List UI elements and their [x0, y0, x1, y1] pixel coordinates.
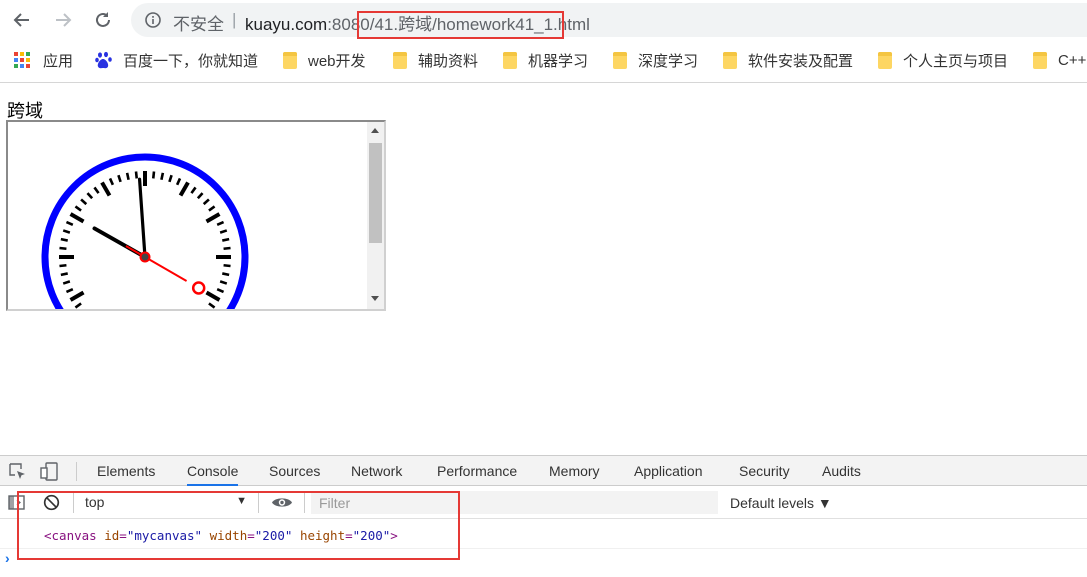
clock-minute-tick: [151, 171, 156, 179]
url-highlight-box: [357, 11, 564, 39]
clock-minute-tick: [223, 263, 231, 268]
console-prompt-icon[interactable]: ›: [5, 550, 10, 566]
bookmark-folder-cpp[interactable]: C++: [1033, 50, 1086, 70]
clock-minute-tick: [160, 172, 165, 180]
tab-performance[interactable]: Performance: [437, 456, 517, 486]
device-toolbar-icon[interactable]: [40, 462, 59, 481]
clock: [41, 153, 249, 309]
bookmark-folder-label: 软件安装及配置: [748, 52, 854, 70]
address-bar[interactable]: 不安全 | kuayu.com:8080/41.跨域/homework41_1.…: [131, 3, 1087, 39]
clock-minute-tick: [60, 237, 68, 242]
bookmark-folder-ml[interactable]: 机器学习: [503, 50, 588, 70]
bookmark-folder-software[interactable]: 软件安装及配置: [723, 50, 853, 70]
forward-arrow-icon: [56, 13, 72, 27]
clock-minute-tick: [59, 246, 67, 251]
folder-icon: [613, 51, 627, 69]
folder-icon: [878, 51, 892, 69]
bookmark-baidu-label: 百度一下，你就知道: [123, 52, 259, 70]
reload-button[interactable]: [91, 8, 115, 32]
bookmark-folder-label: C++: [1058, 51, 1087, 69]
bookmark-folder-dl[interactable]: 深度学习: [613, 50, 698, 70]
bookmark-baidu[interactable]: 百度一下，你就知道: [95, 50, 258, 70]
bookmark-folder-label: 个人主页与项目: [903, 52, 1009, 70]
url-host: kuayu.com: [245, 15, 328, 34]
omnibox-separator: |: [232, 10, 237, 29]
clock-minute-tick: [223, 246, 231, 251]
iframe-scrollbar[interactable]: [367, 122, 384, 309]
tab-security[interactable]: Security: [739, 456, 790, 486]
tab-separator: [76, 462, 77, 481]
tab-audits[interactable]: Audits: [822, 456, 861, 486]
clock-minute-tick: [85, 308, 86, 309]
clock-minute-tick: [125, 172, 130, 180]
clock-canvas: [41, 153, 249, 309]
bookmark-folder-label: 深度学习: [638, 52, 699, 70]
tab-elements[interactable]: Elements: [97, 456, 155, 486]
scroll-thumb[interactable]: [369, 143, 382, 243]
clock-minute-tick: [222, 237, 230, 242]
bookmarks-bar: 应用 百度一下，你就知道 web开发 辅助资料 机器学习 深度学习 软件安装及配…: [0, 44, 1087, 76]
bookmark-folder-label: 机器学习: [528, 52, 589, 70]
bookmark-folder-aux[interactable]: 辅助资料: [393, 50, 478, 70]
scroll-up-arrow-icon[interactable]: [371, 128, 379, 133]
clock-minute-tick: [134, 171, 139, 179]
tab-application[interactable]: Application: [634, 456, 703, 486]
browser-toolbar: 不安全 | kuayu.com:8080/41.跨域/homework41_1.…: [0, 0, 1087, 40]
tab-network[interactable]: Network: [351, 456, 402, 486]
clock-minute-tick: [222, 272, 230, 277]
folder-icon: [723, 51, 737, 69]
folder-icon: [283, 51, 297, 69]
tab-console[interactable]: Console: [187, 456, 239, 486]
bookmark-folder-label: web开发: [308, 52, 366, 70]
log-levels-dropdown[interactable]: Default levels ▼: [730, 495, 832, 511]
clock-minute-tick: [204, 308, 205, 309]
inspect-element-icon[interactable]: [9, 463, 26, 480]
console-highlight-box: [17, 491, 460, 560]
back-button[interactable]: [10, 8, 34, 32]
reload-icon: [96, 12, 110, 27]
bookmark-folder-web[interactable]: web开发: [283, 50, 366, 70]
clock-minute-tick: [59, 263, 67, 268]
folder-icon: [503, 51, 517, 69]
bookmark-folder-label: 辅助资料: [418, 52, 479, 70]
apps-grid-icon: [14, 52, 30, 68]
iframe[interactable]: [6, 120, 386, 311]
devtools-panel: Elements Console Sources Network Perform…: [0, 455, 1087, 577]
tab-sources[interactable]: Sources: [269, 456, 320, 486]
bookmark-folder-homepage[interactable]: 个人主页与项目: [878, 50, 1008, 70]
folder-icon: [1033, 51, 1047, 69]
toolbar-divider: [0, 82, 1087, 83]
back-arrow-icon: [13, 13, 29, 27]
devtools-tab-bar: Elements Console Sources Network Perform…: [0, 455, 1087, 486]
bookmark-apps[interactable]: 应用: [14, 50, 73, 70]
baidu-paw-icon: [95, 51, 112, 69]
bookmark-apps-label: 应用: [43, 52, 74, 70]
security-status: 不安全: [173, 15, 224, 34]
folder-icon: [393, 51, 407, 69]
forward-button[interactable]: [51, 8, 75, 32]
clock-minute-tick: [60, 272, 68, 277]
clock-center-pin: [139, 251, 151, 263]
scroll-down-arrow-icon[interactable]: [371, 296, 379, 301]
info-icon[interactable]: [145, 12, 161, 28]
tab-memory[interactable]: Memory: [549, 456, 600, 486]
